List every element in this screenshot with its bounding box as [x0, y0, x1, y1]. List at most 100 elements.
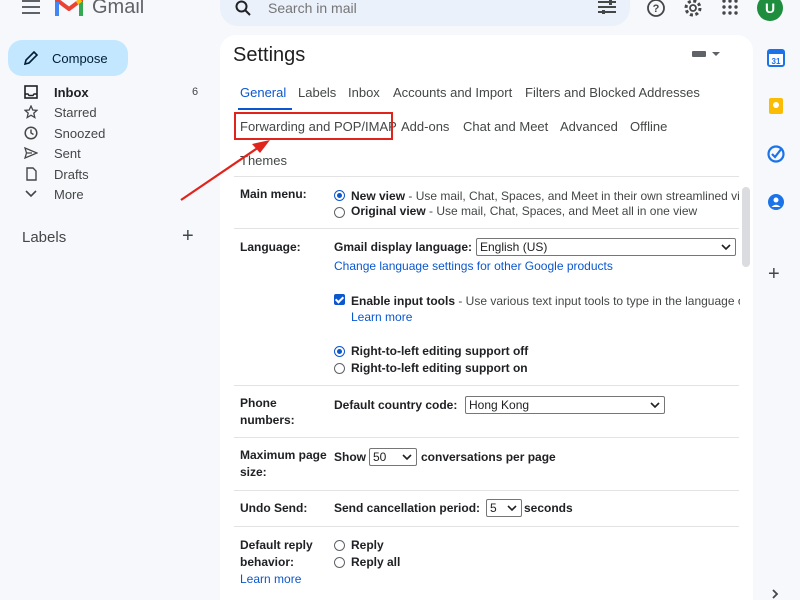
help-icon[interactable]: ? [646, 0, 666, 18]
page-size-select[interactable]: 50 [369, 448, 417, 466]
original-view-radio[interactable] [334, 207, 345, 218]
input-tools-keyboard-icon[interactable] [692, 50, 722, 58]
calendar-icon[interactable]: 31 [767, 49, 785, 67]
sidebar-item-drafts[interactable]: Drafts [0, 164, 210, 184]
tab-accounts-import[interactable]: Accounts and Import [393, 85, 512, 100]
tab-advanced[interactable]: Advanced [560, 119, 618, 134]
active-tab-indicator [238, 108, 292, 110]
original-view-desc: - Use mail, Chat, Spaces, and Meet all i… [425, 204, 698, 218]
gmail-logo-icon[interactable] [55, 0, 83, 18]
sidebar-item-inbox[interactable]: Inbox 6 [0, 82, 210, 102]
top-bar: Gmail ? U [0, 0, 800, 28]
rtl-on-radio[interactable] [334, 363, 345, 374]
cancellation-period-label: Send cancellation period: [334, 501, 481, 515]
search-icon[interactable] [235, 0, 251, 16]
new-view-desc: - Use mail, Chat, Spaces, and Meet in th… [405, 189, 740, 203]
cancellation-period-value: 5 [490, 501, 497, 515]
compose-button[interactable]: Compose [8, 40, 128, 76]
tab-inbox[interactable]: Inbox [348, 85, 380, 100]
divider [234, 490, 739, 491]
rtl-off-label: Right-to-left editing support off [351, 344, 529, 358]
sidebar-item-starred[interactable]: Starred [0, 102, 210, 122]
display-language-label: Gmail display language: [334, 240, 473, 254]
unread-count: 6 [192, 86, 199, 98]
page-size-label-line2: size: [240, 465, 267, 479]
tab-general[interactable]: General [240, 85, 286, 100]
tab-themes[interactable]: Themes [240, 153, 287, 168]
new-view-radio[interactable] [334, 190, 345, 201]
draft-icon [26, 167, 37, 181]
max-page-size-label: Maximum page size: [240, 447, 327, 481]
sidebar-item-sent[interactable]: Sent [0, 143, 210, 163]
phone-label-line2: numbers: [240, 413, 295, 427]
input-tools-option: Enable input tools - Use various text in… [351, 292, 740, 310]
sidebar-item-label: Starred [54, 105, 97, 120]
enable-input-tools-checkbox[interactable] [334, 294, 345, 305]
input-tools-learn-more-link[interactable]: Learn more [351, 310, 412, 324]
new-view-title: New view [351, 189, 406, 203]
tab-add-ons[interactable]: Add-ons [401, 119, 449, 134]
search-options-icon[interactable] [598, 0, 616, 14]
change-language-link[interactable]: Change language settings for other Googl… [334, 259, 613, 273]
chevron-down-icon [507, 505, 517, 512]
get-addons-plus-icon[interactable]: + [768, 264, 780, 284]
input-tools-title: Enable input tools [351, 294, 455, 308]
send-icon [24, 146, 38, 160]
chevron-down-icon [402, 454, 412, 461]
search-bar[interactable] [220, 0, 630, 26]
settings-panel: Settings General Labels Inbox Accounts a… [220, 35, 753, 600]
page-title: Settings [233, 44, 306, 66]
country-code-select[interactable]: Hong Kong [465, 396, 665, 414]
svg-text:?: ? [653, 3, 660, 15]
main-menu-label: Main menu: [240, 187, 307, 201]
keep-icon[interactable] [767, 97, 785, 115]
rtl-off-radio[interactable] [334, 346, 345, 357]
divider [234, 437, 739, 438]
new-view-option: New view - Use mail, Chat, Spaces, and M… [351, 187, 740, 205]
search-input[interactable] [268, 0, 568, 16]
cancellation-period-select[interactable]: 5 [486, 499, 522, 517]
tab-offline[interactable]: Offline [630, 119, 667, 134]
app-logo-text[interactable]: Gmail [92, 0, 144, 19]
page-size-value: 50 [373, 450, 387, 464]
sidebar-item-more[interactable]: More [0, 184, 210, 204]
tab-chat-meet[interactable]: Chat and Meet [463, 119, 548, 134]
tasks-icon[interactable] [767, 145, 785, 163]
pencil-icon [24, 51, 38, 65]
country-code-value: Hong Kong [469, 398, 530, 412]
main-menu-icon[interactable] [22, 0, 40, 14]
account-avatar[interactable]: U [757, 0, 783, 21]
chevron-down-icon [25, 190, 37, 198]
chevron-down-icon [721, 244, 731, 251]
tab-filters-blocked[interactable]: Filters and Blocked Addresses [525, 85, 700, 100]
divider [234, 176, 739, 177]
language-label: Language: [240, 240, 301, 254]
chevron-right-icon[interactable] [770, 588, 780, 600]
sidebar-item-label: More [54, 187, 84, 202]
add-label-plus-icon[interactable]: + [182, 226, 194, 246]
input-tools-desc: - Use various text input tools to type i… [458, 294, 740, 308]
country-code-label: Default country code: [334, 398, 458, 412]
reply-radio[interactable] [334, 540, 345, 551]
settings-gear-icon[interactable] [683, 0, 703, 18]
sidebar-item-label: Drafts [54, 167, 89, 182]
undo-send-label: Undo Send: [240, 501, 308, 515]
original-view-option: Original view - Use mail, Chat, Spaces, … [351, 204, 697, 218]
phone-label-line1: Phone [240, 396, 277, 410]
inbox-icon [24, 85, 38, 99]
divider [234, 228, 739, 229]
divider [234, 526, 739, 527]
contacts-icon[interactable] [767, 193, 785, 211]
sidebar-item-label: Snoozed [54, 126, 106, 141]
display-language-select[interactable]: English (US) [476, 238, 736, 256]
original-view-title: Original view [351, 204, 426, 218]
tab-labels[interactable]: Labels [298, 85, 336, 100]
chevron-down-icon [650, 402, 660, 409]
reply-learn-more-link[interactable]: Learn more [240, 572, 301, 586]
apps-grid-icon[interactable] [721, 0, 739, 16]
sidebar-item-snoozed[interactable]: Snoozed [0, 123, 210, 143]
reply-all-radio[interactable] [334, 557, 345, 568]
settings-scrollbar[interactable] [742, 187, 750, 267]
page-size-label-line1: Maximum page [240, 448, 327, 462]
svg-text:31: 31 [772, 57, 781, 66]
